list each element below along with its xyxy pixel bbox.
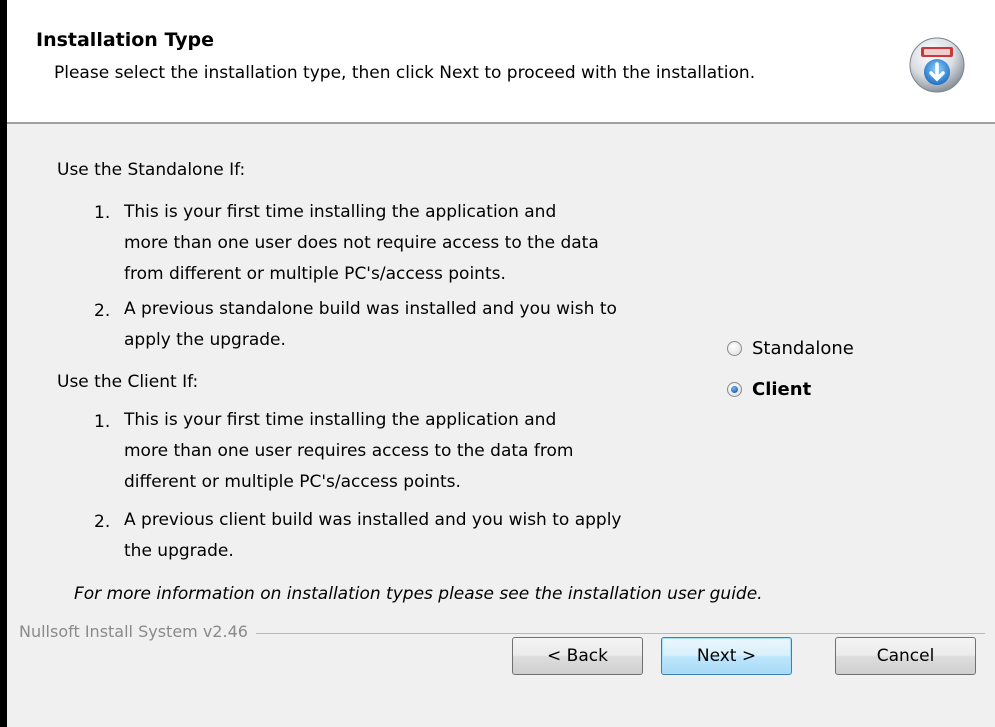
standalone-radio-option[interactable]: Standalone xyxy=(727,338,854,359)
client-item-1-line-2: more than one user requires access to th… xyxy=(124,441,574,461)
client-heading: Use the Client If: xyxy=(57,372,199,392)
standalone-radio-label[interactable]: Standalone xyxy=(752,338,854,359)
next-button[interactable]: Next > xyxy=(661,637,792,675)
branding-text: Nullsoft Install System v2.46 xyxy=(19,622,256,641)
client-item-1-number: 1. xyxy=(94,412,111,432)
standalone-item-1-number: 1. xyxy=(94,203,111,223)
client-item-2-number: 2. xyxy=(94,512,111,532)
client-item-1-line-3: different or multiple PC's/access points… xyxy=(124,472,461,492)
header-panel: Installation Type Please select the inst… xyxy=(7,0,995,124)
installer-globe-icon xyxy=(908,36,966,94)
page-subtitle: Please select the installation type, the… xyxy=(54,63,756,83)
client-radio-option[interactable]: Client xyxy=(727,379,811,400)
client-item-2-line-2: the upgrade. xyxy=(124,541,234,561)
standalone-item-2-line-1: A previous standalone build was installe… xyxy=(124,299,617,319)
standalone-heading: Use the Standalone If: xyxy=(57,160,246,180)
standalone-item-1-line-1: This is your first time installing the a… xyxy=(124,202,557,222)
standalone-item-1: This is your first time installing the a… xyxy=(124,197,704,290)
client-item-2-line-1: A previous client build was installed an… xyxy=(124,510,622,530)
installer-window: Installation Type Please select the inst… xyxy=(7,0,995,727)
back-button[interactable]: < Back xyxy=(512,637,643,675)
client-item-2: A previous client build was installed an… xyxy=(124,505,704,567)
cancel-button[interactable]: Cancel xyxy=(835,637,976,675)
standalone-item-1-line-3: from different or multiple PC's/access p… xyxy=(124,264,506,284)
client-radio-button[interactable] xyxy=(727,382,742,397)
client-item-1: This is your first time installing the a… xyxy=(124,405,704,498)
standalone-item-1-line-2: more than one user does not require acce… xyxy=(124,233,599,253)
standalone-item-2-line-2: apply the upgrade. xyxy=(124,330,286,350)
page-title: Installation Type xyxy=(36,29,215,51)
standalone-item-2-number: 2. xyxy=(94,301,111,321)
standalone-radio-button[interactable] xyxy=(727,341,742,356)
info-note: For more information on installation typ… xyxy=(74,584,763,604)
standalone-item-2: A previous standalone build was installe… xyxy=(124,294,704,356)
client-radio-label[interactable]: Client xyxy=(752,379,811,400)
client-item-1-line-1: This is your first time installing the a… xyxy=(124,410,557,430)
